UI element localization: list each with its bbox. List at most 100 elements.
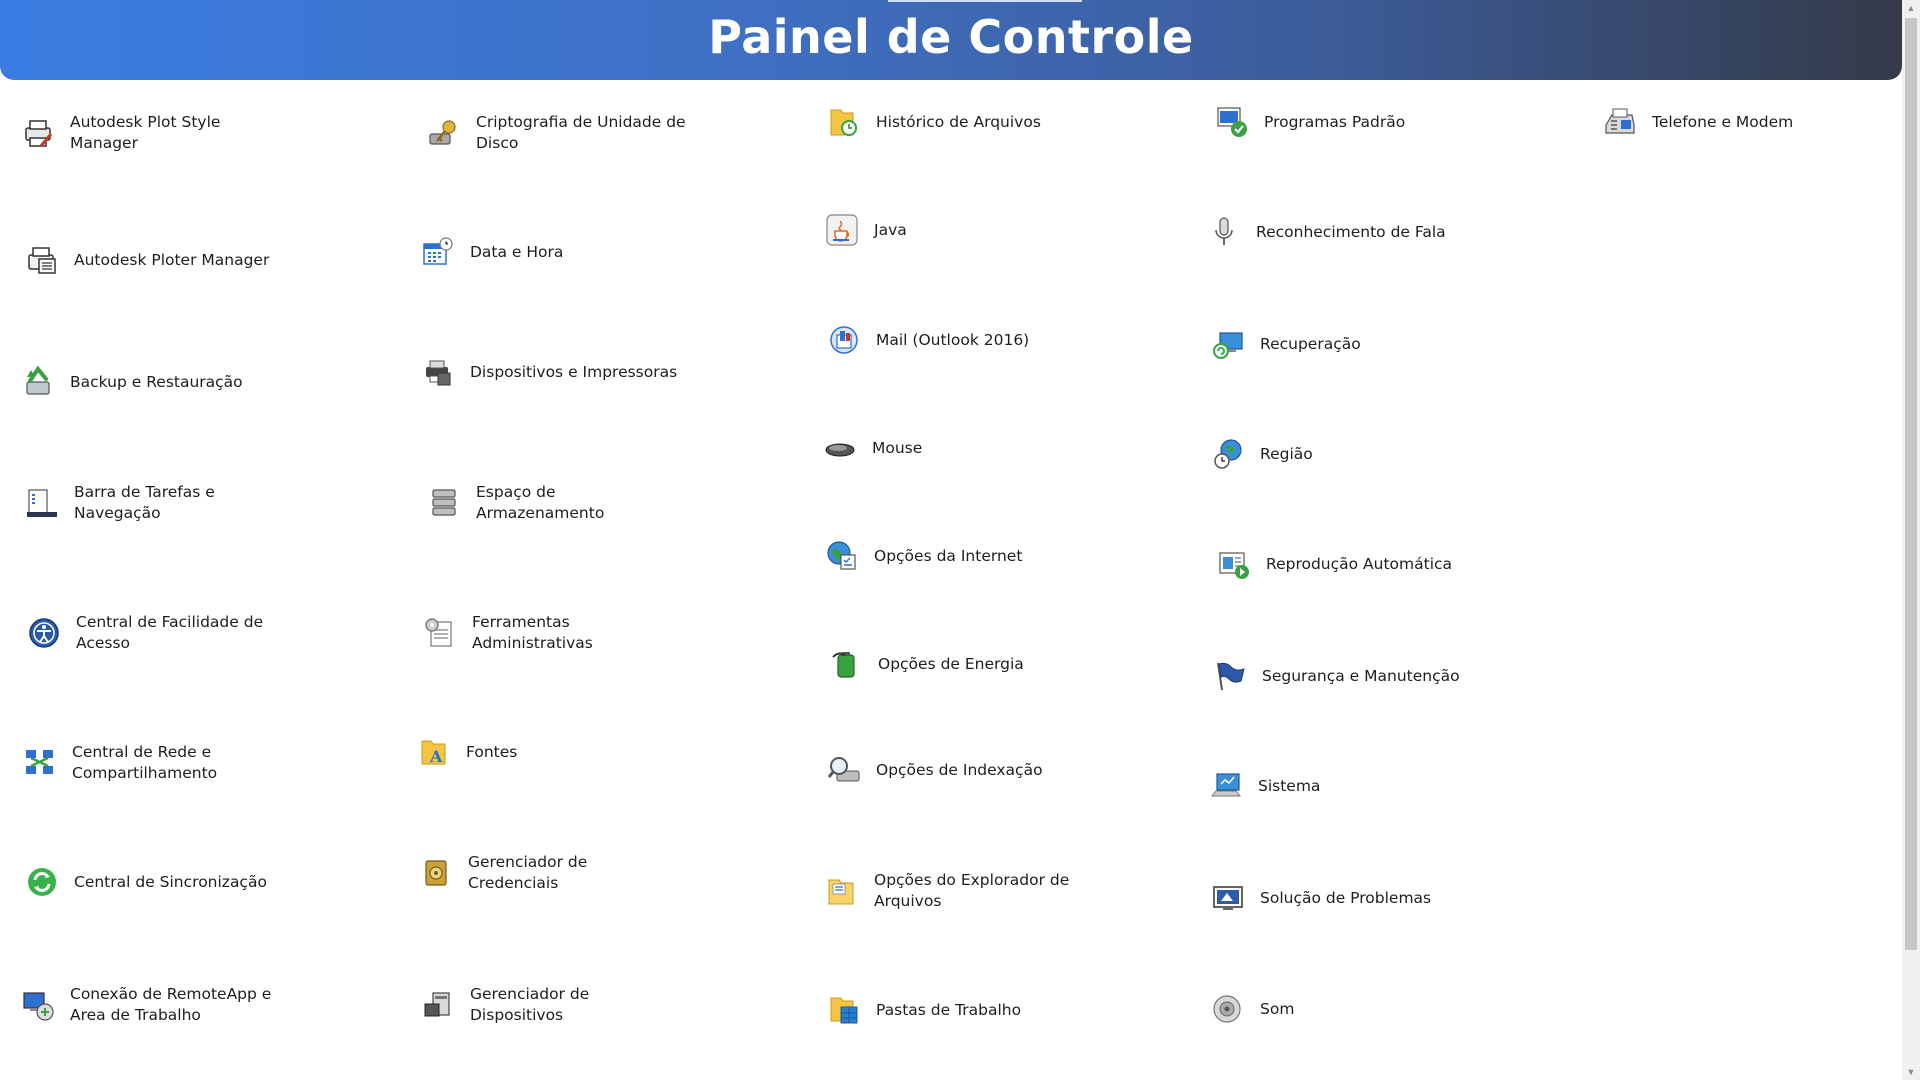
cp-item-label: Reprodução Automática [1266,554,1453,573]
fax-modem-icon [1602,104,1638,140]
autoplay-icon [1216,546,1252,582]
cp-item-label: Sistema [1258,776,1321,795]
cp-item-label: Pastas de Trabalho [876,1000,1022,1019]
admin-tools-icon [422,615,458,651]
cp-item-regiao[interactable]: Região [1210,436,1313,472]
file-history-icon [826,104,862,140]
printer-pen-icon [20,115,56,151]
fonts-folder-icon: A [416,734,452,770]
cp-item-label: Central de Rede e Compartilhamento [72,743,218,782]
cp-item-seguranca-e-manutencao[interactable]: Segurança e Manutenção [1212,658,1460,694]
cp-item-label: Opções de Energia [878,654,1024,673]
internet-globe-icon [824,538,860,574]
network-icon [22,745,58,781]
scroll-up-arrow-icon[interactable]: ▲ [1902,0,1920,16]
cp-item-programas-padrao[interactable]: Programas Padrão [1214,104,1405,140]
cp-item-facilidade-de-acesso[interactable]: Central de Facilidade de Acesso [26,612,286,654]
devices-printers-icon [420,354,456,390]
cp-item-recuperacao[interactable]: Recuperação [1210,326,1361,362]
cp-item-java[interactable]: Java [824,212,907,248]
flag-icon [1212,658,1248,694]
page-title: Painel de Controle [708,10,1194,64]
mail-icon [826,322,862,358]
scroll-down-arrow-icon[interactable]: ▼ [1902,1064,1920,1080]
cp-item-opcoes-de-indexacao[interactable]: Opções de Indexação [826,752,1043,788]
cp-item-mouse[interactable]: Mouse [822,430,922,466]
remoteapp-icon [20,987,56,1023]
ease-of-access-icon [26,615,62,651]
cp-item-label: Opções da Internet [874,546,1023,565]
power-battery-icon [828,646,864,682]
cp-item-opcoes-do-explorador[interactable]: Opções do Explorador de Arquivos [824,870,1084,912]
cp-item-reconhecimento-de-fala[interactable]: Reconhecimento de Fala [1206,214,1446,250]
cp-item-label: Gerenciador de Credenciais [468,853,588,892]
cp-item-label: Gerenciador de Dispositivos [470,985,590,1024]
cp-item-label: Segurança e Manutenção [1262,666,1460,685]
control-panel-page: Painel de Controle ▲ ▼ Autodesk Plot Sty… [0,0,1920,1080]
cp-item-som[interactable]: Som [1210,991,1294,1027]
cp-item-label: Espaço de Armazenamento [476,483,605,522]
cp-item-data-e-hora[interactable]: Data e Hora [420,234,563,270]
indexing-magnifier-icon [826,752,862,788]
cp-item-label: Opções de Indexação [876,760,1043,779]
cp-item-central-de-rede[interactable]: Central de Rede e Compartilhamento [22,742,282,784]
credential-vault-icon [418,855,454,891]
svg-text:A: A [429,747,443,766]
troubleshooting-icon [1210,880,1246,916]
cp-item-label: Solução de Problemas [1260,888,1432,907]
cp-item-label: Fontes [466,742,518,761]
recovery-icon [1210,326,1246,362]
cp-item-opcoes-da-internet[interactable]: Opções da Internet [824,538,1022,574]
cp-item-autodesk-plot-style-manager[interactable]: Autodesk Plot Style Manager [20,112,280,154]
cp-item-label: Backup e Restauração [70,372,243,391]
cp-item-sistema[interactable]: Sistema [1208,768,1320,804]
cp-item-gerenciador-de-credenciais[interactable]: Gerenciador de Credenciais [418,852,678,894]
cp-item-backup-restauracao[interactable]: Backup e Restauração [20,364,243,400]
cp-item-label: Ferramentas Administrativas [472,613,593,652]
cp-item-telefone-e-modem[interactable]: Telefone e Modem [1602,104,1793,140]
mouse-icon [822,430,858,466]
microphone-icon [1206,214,1242,250]
cp-item-mail-outlook[interactable]: Mail (Outlook 2016) [826,322,1029,358]
cp-item-autodesk-ploter-manager[interactable]: Autodesk Ploter Manager [24,242,269,278]
device-manager-icon [420,987,456,1023]
cp-item-historico-de-arquivos[interactable]: Histórico de Arquivos [826,104,1041,140]
cp-item-solucao-de-problemas[interactable]: Solução de Problemas [1210,880,1431,916]
sync-icon [24,864,60,900]
cp-item-label: Opções do Explorador de Arquivos [874,871,1070,910]
cp-item-reproducao-automatica[interactable]: Reprodução Automática [1216,546,1452,582]
cp-item-barra-de-tarefas[interactable]: Barra de Tarefas e Navegação [24,482,284,524]
java-cup-icon [824,212,860,248]
cp-item-label: Barra de Tarefas e Navegação [74,483,215,522]
cp-item-label: Recuperação [1260,334,1361,353]
cp-item-central-de-sincronizacao[interactable]: Central de Sincronização [24,864,267,900]
work-folders-icon [826,992,862,1028]
cp-item-label: Reconhecimento de Fala [1256,222,1446,241]
cp-item-pastas-de-trabalho[interactable]: Pastas de Trabalho [826,992,1021,1028]
cp-item-opcoes-de-energia[interactable]: Opções de Energia [828,646,1024,682]
cp-item-criptografia[interactable]: Criptografia de Unidade de Disco [426,112,686,154]
folder-options-icon [824,873,860,909]
cp-item-remoteapp[interactable]: Conexão de RemoteApp e Area de Trabalho [20,984,280,1026]
cp-item-label: Som [1260,999,1295,1018]
cp-item-gerenciador-de-dispositivos[interactable]: Gerenciador de Dispositivos [420,984,680,1026]
calendar-clock-icon [420,234,456,270]
vertical-scrollbar[interactable]: ▲ ▼ [1902,0,1920,1080]
drive-encryption-key-icon [426,115,462,151]
cp-item-fontes[interactable]: A Fontes [416,734,517,770]
backup-restore-icon [20,364,56,400]
cp-item-label: Java [874,220,907,239]
scroll-thumb[interactable] [1905,18,1917,950]
plotter-icon [24,242,60,278]
header-banner: Painel de Controle [0,0,1902,80]
cp-item-label: Criptografia de Unidade de Disco [476,113,686,152]
cp-item-label: Mouse [872,438,923,457]
cp-item-label: Histórico de Arquivos [876,112,1041,131]
cp-item-ferramentas-administrativas[interactable]: Ferramentas Administrativas [422,612,682,654]
cp-item-label: Autodesk Plot Style Manager [70,113,221,152]
cp-item-label: Conexão de RemoteApp e Area de Trabalho [70,985,272,1024]
taskbar-icon [24,485,60,521]
cp-item-dispositivos-e-impressoras[interactable]: Dispositivos e Impressoras [420,354,677,390]
storage-spaces-icon [426,485,462,521]
cp-item-espaco-de-armazenamento[interactable]: Espaço de Armazenamento [426,482,686,524]
